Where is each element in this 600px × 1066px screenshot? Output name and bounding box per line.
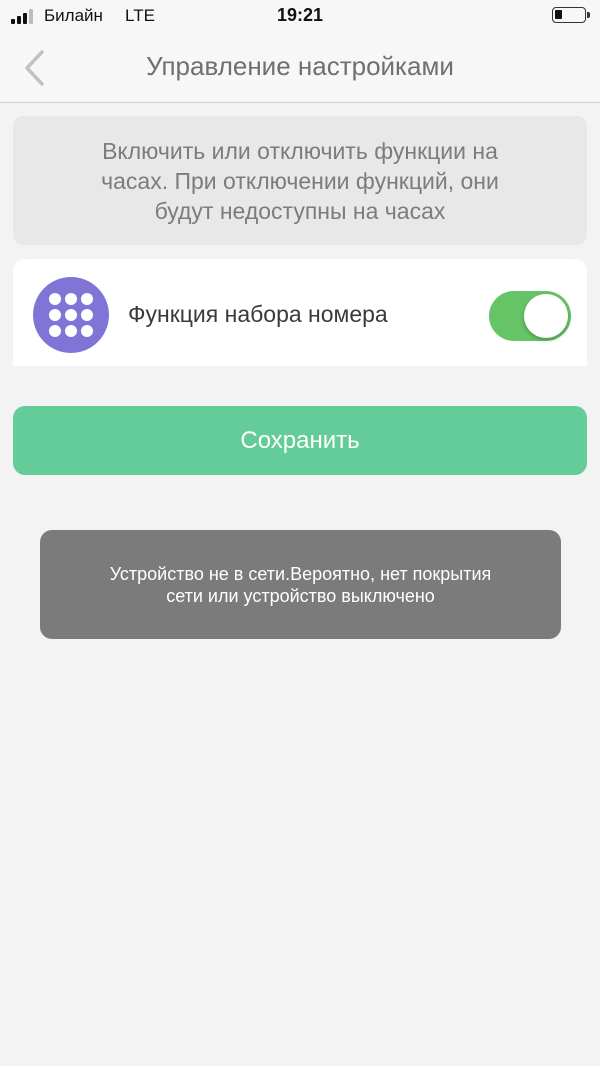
dialing-toggle[interactable]	[489, 291, 571, 341]
battery-level	[555, 10, 562, 19]
toast-line: Устройство не в сети.Вероятно, нет покры…	[109, 564, 492, 584]
dialpad-icon	[33, 277, 109, 353]
toast-line: сети или устройство выключено	[166, 586, 435, 606]
chevron-left-icon	[25, 50, 44, 86]
status-time: 19:21	[276, 5, 324, 25]
info-line: Включить или отключить функции на	[102, 138, 498, 164]
toggle-knob	[524, 294, 568, 338]
info-description: Включить или отключить функции на часах.…	[13, 116, 587, 245]
status-bar: Билайн LTE 19:21	[0, 0, 600, 34]
battery-icon	[552, 7, 590, 23]
page-title: Управление настройками	[146, 51, 454, 81]
info-line: будут недоступны на часах	[154, 198, 446, 224]
back-button[interactable]	[14, 46, 58, 90]
nav-bar: Управление настройками	[0, 34, 600, 103]
offline-toast: Устройство не в сети.Вероятно, нет покры…	[40, 530, 561, 639]
info-line: часах. При отключении функций, они	[101, 168, 499, 194]
feature-label: Функция набора номера	[128, 301, 388, 327]
feature-row-dialing: Функция набора номера	[13, 259, 587, 366]
save-button[interactable]: Сохранить	[13, 406, 587, 475]
